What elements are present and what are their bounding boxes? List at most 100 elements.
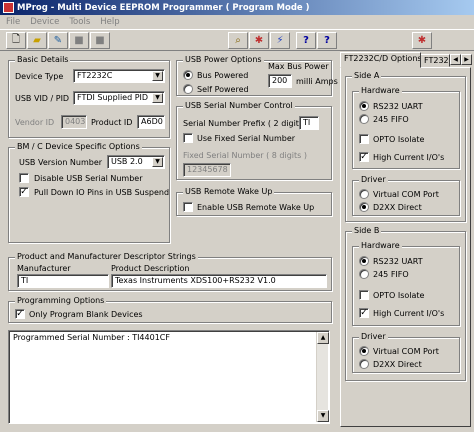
side-a-rs232-label: RS232 UART <box>373 102 423 111</box>
tab-scroll-left-icon[interactable]: ◀ <box>450 54 461 65</box>
side-a-hardware-group: Hardware RS232 UART 245 FIFO OPTO Isolat… <box>352 86 460 169</box>
vendor-id-field[interactable]: 0403 <box>61 115 87 129</box>
side-b-rs232-radio[interactable] <box>359 256 369 266</box>
side-a-opto-checkbox[interactable] <box>359 134 369 144</box>
programming-options-group: Programming Options ✓ Only Program Blank… <box>8 296 332 323</box>
side-b-driver-legend: Driver <box>359 332 388 341</box>
help-button[interactable]: ? <box>296 32 316 49</box>
side-b-vcp-radio[interactable] <box>359 346 369 356</box>
serial-control-group: USB Serial Number Control Serial Number … <box>176 101 332 180</box>
side-b-d2xx-label: D2XX Direct <box>373 360 422 369</box>
toolbar: 🗋 ▰ ✎ ■ ■ ⌕ ✱ ⚡ ? ? ✱ <box>0 29 474 51</box>
tab-ft232[interactable]: FT232 <box>420 54 450 67</box>
side-b-hardware-legend: Hardware <box>359 241 402 250</box>
pull-down-checkbox[interactable]: ✓ <box>19 187 29 197</box>
bmc-options-legend: BM / C Device Specific Options <box>15 142 142 151</box>
side-a-driver-group: Driver Virtual COM Port D2XX Direct <box>352 175 460 216</box>
only-blank-checkbox[interactable]: ✓ <box>15 309 25 319</box>
only-blank-label: Only Program Blank Devices <box>29 310 143 319</box>
side-a-d2xx-label: D2XX Direct <box>373 203 422 212</box>
device-type-select[interactable]: FT2232C ▼ <box>73 69 165 83</box>
fixed-serial-field[interactable]: 12345678 <box>183 163 231 177</box>
erase-icon: ✱ <box>254 35 264 46</box>
window-title: MProg - Multi Device EEPROM Programmer (… <box>17 2 310 13</box>
side-b-fifo-radio[interactable] <box>359 269 369 279</box>
descriptor-group: Product and Manufacturer Descriptor Stri… <box>8 252 332 291</box>
program-button[interactable]: ⚡ <box>270 32 290 49</box>
bus-powered-radio[interactable] <box>183 70 193 80</box>
menu-bar: File Device Tools Help <box>0 15 474 29</box>
chevron-down-icon: ▼ <box>152 71 163 81</box>
serial-control-legend: USB Serial Number Control <box>183 101 295 110</box>
search-button[interactable]: ⌕ <box>228 32 248 49</box>
open-button[interactable]: ▰ <box>27 32 47 49</box>
help-icon: ? <box>303 35 309 46</box>
usb-vidpid-label: USB VID / PID <box>15 94 70 103</box>
output-scrollbar[interactable]: ▲ ▼ <box>316 332 329 422</box>
menu-device[interactable]: Device <box>30 17 59 27</box>
edit-icon: ✎ <box>53 35 63 46</box>
side-b-d2xx-radio[interactable] <box>359 359 369 369</box>
product-desc-field[interactable]: Texas Instruments XDS100+RS232 V1.0 <box>111 274 327 288</box>
checkmark-icon: ✓ <box>16 309 24 319</box>
power-options-legend: USB Power Options <box>183 55 264 64</box>
tab-scroll-right-icon[interactable]: ▶ <box>461 54 472 65</box>
side-a-high-current-checkbox[interactable]: ✓ <box>359 152 369 162</box>
chevron-down-icon: ▼ <box>152 157 163 167</box>
search-icon: ⌕ <box>235 35 241 46</box>
use-fixed-label: Use Fixed Serial Number <box>197 134 296 143</box>
side-a-vcp-label: Virtual COM Port <box>373 190 439 199</box>
side-a-high-current-label: High Current I/O's <box>373 153 445 162</box>
side-b-rs232-label: RS232 UART <box>373 257 423 266</box>
disable-serial-label: Disable USB Serial Number <box>34 174 143 183</box>
side-b-legend: Side B <box>352 226 382 235</box>
output-log[interactable]: Programmed Serial Number : TI4401CF ▲ ▼ <box>8 330 330 424</box>
usb-version-select[interactable]: USB 2.0 ▼ <box>107 155 165 169</box>
about-icon: ? <box>324 35 330 46</box>
app-icon <box>3 2 14 13</box>
max-bus-power-field[interactable]: 200 <box>268 74 292 88</box>
about-button[interactable]: ? <box>317 32 337 49</box>
max-bus-power-label: Max Bus Power <box>268 62 329 71</box>
programming-options-legend: Programming Options <box>15 296 107 305</box>
stop2-button[interactable]: ■ <box>90 32 110 49</box>
usb-version-label: USB Version Number <box>19 158 103 167</box>
checkmark-icon: ✓ <box>20 187 28 197</box>
side-b-high-current-checkbox[interactable]: ✓ <box>359 308 369 318</box>
disable-serial-checkbox[interactable] <box>19 173 29 183</box>
menu-help[interactable]: Help <box>100 17 119 27</box>
tab-ft2232-options[interactable]: FT2232C/D Options <box>340 52 421 68</box>
new-file-button[interactable]: 🗋 <box>6 32 26 49</box>
edit-button[interactable]: ✎ <box>48 32 68 49</box>
product-id-label: Product ID <box>91 118 133 127</box>
prefix-field[interactable]: TI <box>299 116 319 130</box>
side-b-opto-checkbox[interactable] <box>359 290 369 300</box>
extra-button[interactable]: ✱ <box>412 32 432 49</box>
product-id-field[interactable]: A6D0 <box>137 115 165 129</box>
scroll-up-icon[interactable]: ▲ <box>317 332 329 344</box>
usb-vidpid-select[interactable]: FTDI Supplied PID ▼ <box>73 91 165 105</box>
side-a-vcp-radio[interactable] <box>359 189 369 199</box>
self-powered-radio[interactable] <box>183 84 193 94</box>
menu-file[interactable]: File <box>6 17 20 27</box>
stop-button[interactable]: ■ <box>69 32 89 49</box>
use-fixed-checkbox[interactable] <box>183 133 193 143</box>
milli-amps-label: milli Amps <box>296 77 338 86</box>
erase-button[interactable]: ✱ <box>249 32 269 49</box>
basic-details-legend: Basic Details <box>15 55 71 64</box>
side-a-opto-label: OPTO Isolate <box>373 135 425 144</box>
pull-down-label: Pull Down IO Pins in USB Suspend <box>34 188 170 197</box>
scroll-down-icon[interactable]: ▼ <box>317 410 329 422</box>
side-a-fifo-radio[interactable] <box>359 114 369 124</box>
side-a-d2xx-radio[interactable] <box>359 202 369 212</box>
enable-wake-checkbox[interactable] <box>183 202 193 212</box>
menu-tools[interactable]: Tools <box>69 17 90 27</box>
checkmark-icon: ✓ <box>360 152 368 162</box>
side-a-rs232-radio[interactable] <box>359 101 369 111</box>
self-powered-label: Self Powered <box>197 85 249 94</box>
manufacturer-field[interactable]: TI <box>17 274 109 288</box>
remote-wake-legend: USB Remote Wake Up <box>183 187 275 196</box>
stop-icon: ■ <box>74 35 84 46</box>
side-b-fifo-label: 245 FIFO <box>373 270 409 279</box>
side-a-fifo-label: 245 FIFO <box>373 115 409 124</box>
